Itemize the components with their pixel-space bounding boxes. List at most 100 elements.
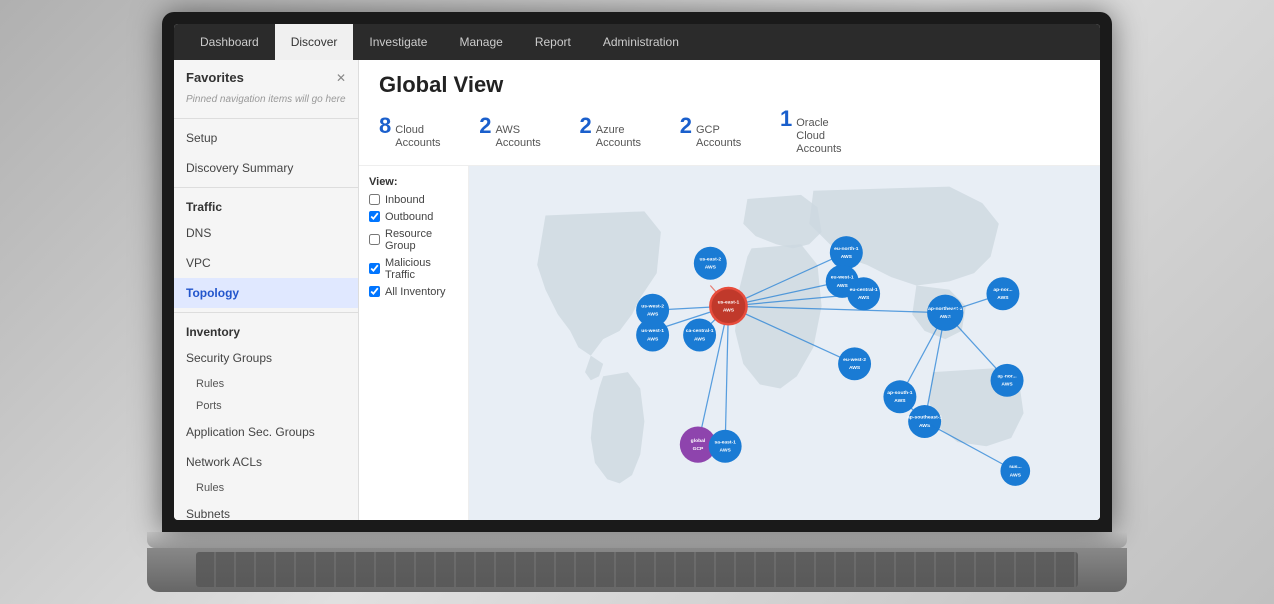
- svg-text:eu-north-1: eu-north-1: [834, 245, 859, 251]
- stat-oracle-label: Oracle Cloud Accounts: [796, 117, 856, 157]
- checkbox-inbound[interactable]: [369, 194, 380, 205]
- sidebar-item-topology[interactable]: Topology: [174, 278, 358, 308]
- svg-text:us-east-2: us-east-2: [699, 256, 721, 262]
- content-header: Global View 8 Cloud Accounts 2 AWS Accou…: [359, 60, 1100, 166]
- svg-text:ap-southeast-1: ap-southeast-1: [907, 414, 942, 420]
- svg-text:AWS: AWS: [694, 336, 706, 342]
- option-inbound[interactable]: Inbound: [369, 194, 458, 206]
- node-ca-central-1[interactable]: ca-central-1 AWS: [683, 318, 716, 351]
- svg-text:ap-south-1: ap-south-1: [887, 390, 912, 396]
- label-outbound: Outbound: [385, 211, 433, 223]
- checkbox-outbound[interactable]: [369, 211, 380, 222]
- tab-dashboard[interactable]: Dashboard: [184, 24, 275, 60]
- stat-azure-number: 2: [580, 113, 592, 139]
- checkbox-all-inventory[interactable]: [369, 286, 380, 297]
- keyboard-keys: [196, 552, 1078, 587]
- svg-text:AWS: AWS: [841, 254, 853, 260]
- svg-text:ca-central-1: ca-central-1: [686, 328, 714, 334]
- stat-gcp-label: GCP Accounts: [696, 124, 756, 150]
- stat-aws-accounts: 2 AWS Accounts: [479, 113, 555, 150]
- sidebar-item-dns[interactable]: DNS: [174, 218, 358, 248]
- view-controls: View: Inbound Outbound Res: [359, 166, 469, 520]
- laptop-keyboard: [147, 548, 1127, 592]
- svg-text:us-east-1: us-east-1: [718, 299, 740, 305]
- sidebar-item-rules-sg[interactable]: Rules: [174, 373, 358, 395]
- stat-azure-label: Azure Accounts: [596, 124, 656, 150]
- sidebar-item-discovery-summary[interactable]: Discovery Summary: [174, 153, 358, 183]
- tab-discover[interactable]: Discover: [275, 24, 354, 60]
- content-body: View: Inbound Outbound Res: [359, 166, 1100, 520]
- option-resource-group[interactable]: Resource Group: [369, 228, 458, 252]
- node-eu-north-1[interactable]: eu-north-1 AWS: [830, 236, 863, 269]
- svg-text:us-west-1: us-west-1: [641, 328, 664, 334]
- stats-row: 8 Cloud Accounts 2 AWS Accounts 2 Azure …: [379, 106, 1080, 157]
- main-layout: Favorites ✕ Pinned navigation items will…: [174, 60, 1100, 520]
- world-map-svg: us-east-2 AWS us-west-2 AWS: [469, 166, 1100, 520]
- favorites-icon[interactable]: ✕: [336, 71, 346, 85]
- option-malicious-traffic[interactable]: Malicious Traffic: [369, 257, 458, 281]
- svg-text:GCP: GCP: [693, 446, 704, 452]
- node-us-east-2[interactable]: us-east-2 AWS: [694, 246, 727, 279]
- svg-text:AWS: AWS: [720, 447, 732, 453]
- label-malicious-traffic: Malicious Traffic: [385, 257, 458, 281]
- svg-text:AWS: AWS: [1001, 381, 1013, 387]
- node-us-west-1[interactable]: us-west-1 AWS: [636, 318, 669, 351]
- sidebar-item-subnets[interactable]: Subnets: [174, 499, 358, 520]
- svg-text:eu-west-1: eu-west-1: [831, 274, 854, 280]
- label-resource-group: Resource Group: [385, 228, 458, 252]
- node-ap-northeast-partial[interactable]: ap-nor... AWS: [986, 277, 1019, 310]
- tab-investigate[interactable]: Investigate: [353, 24, 443, 60]
- svg-text:AWS: AWS: [894, 398, 906, 404]
- svg-text:aus...: aus...: [1009, 465, 1022, 470]
- sidebar-item-rules-acl[interactable]: Rules: [174, 477, 358, 499]
- sidebar-item-app-sec-groups[interactable]: Application Sec. Groups: [174, 417, 358, 447]
- svg-text:ap-nor...: ap-nor...: [993, 287, 1013, 293]
- view-label: View:: [369, 176, 458, 188]
- checkbox-malicious-traffic[interactable]: [369, 263, 380, 274]
- divider-1: [174, 118, 358, 119]
- svg-text:AWS: AWS: [837, 282, 849, 288]
- tab-manage[interactable]: Manage: [443, 24, 518, 60]
- sidebar-item-security-groups[interactable]: Security Groups: [174, 343, 358, 373]
- stat-gcp-accounts: 2 GCP Accounts: [680, 113, 756, 150]
- svg-text:AWS: AWS: [723, 307, 735, 313]
- line-east1-sa: [725, 306, 728, 446]
- divider-2: [174, 187, 358, 188]
- svg-text:AWS: AWS: [858, 295, 870, 301]
- stat-oracle-number: 1: [780, 106, 792, 132]
- sidebar-item-vpc[interactable]: VPC: [174, 248, 358, 278]
- svg-text:AWS: AWS: [647, 336, 659, 342]
- svg-text:us-west-2: us-west-2: [641, 303, 664, 309]
- checkbox-resource-group[interactable]: [369, 234, 380, 245]
- svg-text:eu-central-1: eu-central-1: [850, 287, 878, 293]
- svg-text:AWS: AWS: [1010, 472, 1022, 478]
- svg-text:AWS: AWS: [647, 311, 659, 317]
- label-all-inventory: All Inventory: [385, 286, 446, 298]
- svg-text:eu-west-2: eu-west-2: [843, 357, 866, 363]
- laptop-screen-bezel: Dashboard Discover Investigate Manage Re…: [162, 12, 1112, 532]
- sidebar: Favorites ✕ Pinned navigation items will…: [174, 60, 359, 520]
- node-us-east-1[interactable]: us-east-1 AWS: [710, 288, 746, 324]
- pinned-note: Pinned navigation items will go here: [174, 91, 358, 114]
- option-outbound[interactable]: Outbound: [369, 211, 458, 223]
- svg-text:global: global: [691, 437, 706, 443]
- node-sa-east-1[interactable]: sa-east-1 AWS: [709, 429, 742, 462]
- node-ap-south-1[interactable]: ap-south-1 AWS: [883, 380, 916, 413]
- stat-cloud-number: 8: [379, 113, 391, 139]
- sidebar-item-network-acls[interactable]: Network ACLs: [174, 447, 358, 477]
- stat-cloud-label: Cloud Accounts: [395, 124, 455, 150]
- favorites-label: Favorites: [186, 70, 244, 85]
- stat-cloud-accounts: 8 Cloud Accounts: [379, 113, 455, 150]
- map-area: us-east-2 AWS us-west-2 AWS: [469, 166, 1100, 520]
- stat-aws-label: AWS Accounts: [496, 124, 556, 150]
- sidebar-item-setup[interactable]: Setup: [174, 123, 358, 153]
- stat-azure-accounts: 2 Azure Accounts: [580, 113, 656, 150]
- stat-oracle-accounts: 1 Oracle Cloud Accounts: [780, 106, 856, 157]
- node-eu-west-2[interactable]: eu-west-2 AWS: [838, 347, 871, 380]
- node-eu-central-1[interactable]: eu-central-1 AWS: [847, 277, 880, 310]
- tab-report[interactable]: Report: [519, 24, 587, 60]
- option-all-inventory[interactable]: All Inventory: [369, 286, 458, 298]
- svg-text:AWS: AWS: [705, 264, 717, 270]
- sidebar-item-ports[interactable]: Ports: [174, 395, 358, 417]
- tab-administration[interactable]: Administration: [587, 24, 695, 60]
